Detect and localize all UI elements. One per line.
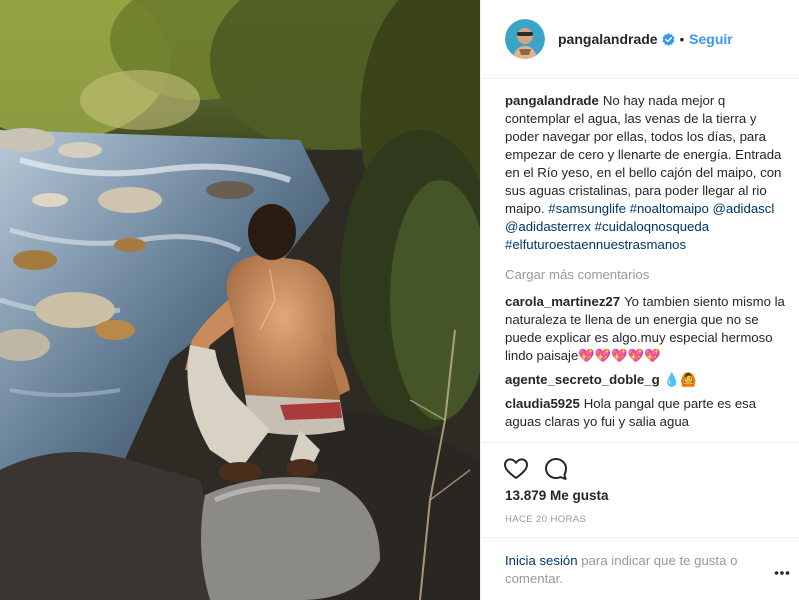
post-timestamp: HACE 20 HORAS — [505, 514, 587, 525]
caption-username[interactable]: pangalandrade — [505, 93, 599, 108]
hashtag-link[interactable]: #elfuturoestaennuestrasmanos — [505, 237, 686, 252]
heart-icon[interactable] — [503, 456, 529, 482]
hashtag-link[interactable]: #cuidaloqnosqueda — [595, 219, 709, 234]
post-header: pangalandrade • Seguir — [481, 0, 799, 79]
header-username[interactable]: pangalandrade — [558, 31, 658, 47]
load-more-comments-button[interactable]: Cargar más comentarios — [505, 266, 785, 284]
comment-username[interactable]: claudia5925 — [505, 396, 580, 411]
comment-item: claudia5925 Hola pangal que parte es esa … — [505, 395, 785, 431]
comment-text: 💧🙆 — [663, 372, 697, 387]
photo-illustration — [0, 0, 480, 600]
comment-username[interactable]: agente_secreto_doble_g — [505, 372, 660, 387]
follow-button[interactable]: Seguir — [689, 31, 733, 47]
comment-item: carola_martinez27 Yo tambien siento mismo… — [505, 293, 785, 365]
login-prompt: Inicia sesión para indicar que te gusta … — [481, 537, 799, 600]
login-link[interactable]: Inicia sesión — [505, 553, 578, 568]
post-sidebar: pangalandrade • Seguir pangalandrade No h… — [480, 0, 799, 600]
like-count[interactable]: 13.879 Me gusta — [505, 488, 609, 503]
verified-badge-icon — [662, 32, 675, 46]
post-photo[interactable] — [0, 0, 480, 600]
hashtag-link[interactable]: #samsunglife — [548, 201, 626, 216]
mention-link[interactable]: @adidasterrex — [505, 219, 591, 234]
comment-icon[interactable] — [543, 456, 569, 482]
header-separator: • — [679, 31, 685, 47]
login-prompt-text: Inicia sesión para indicar que te gusta … — [505, 552, 765, 588]
action-bar — [481, 442, 799, 480]
avatar[interactable] — [505, 19, 545, 59]
action-icons — [503, 456, 569, 482]
comment-item: agente_secreto_doble_g 💧🙆 — [505, 371, 785, 389]
avatar-image — [505, 19, 545, 59]
comment-username[interactable]: carola_martinez27 — [505, 294, 620, 309]
caption: pangalandrade No hay nada mejor q contemp… — [505, 92, 785, 254]
ellipsis-icon[interactable] — [774, 564, 790, 575]
mention-link[interactable]: @adidascl — [713, 201, 775, 216]
hashtag-link[interactable]: #noaltomaipo — [630, 201, 709, 216]
comments-list: pangalandrade No hay nada mejor q contemp… — [505, 92, 785, 437]
caption-text: No hay nada mejor q contemplar el agua, … — [505, 93, 782, 216]
post-view: pangalandrade • Seguir pangalandrade No h… — [0, 0, 799, 600]
